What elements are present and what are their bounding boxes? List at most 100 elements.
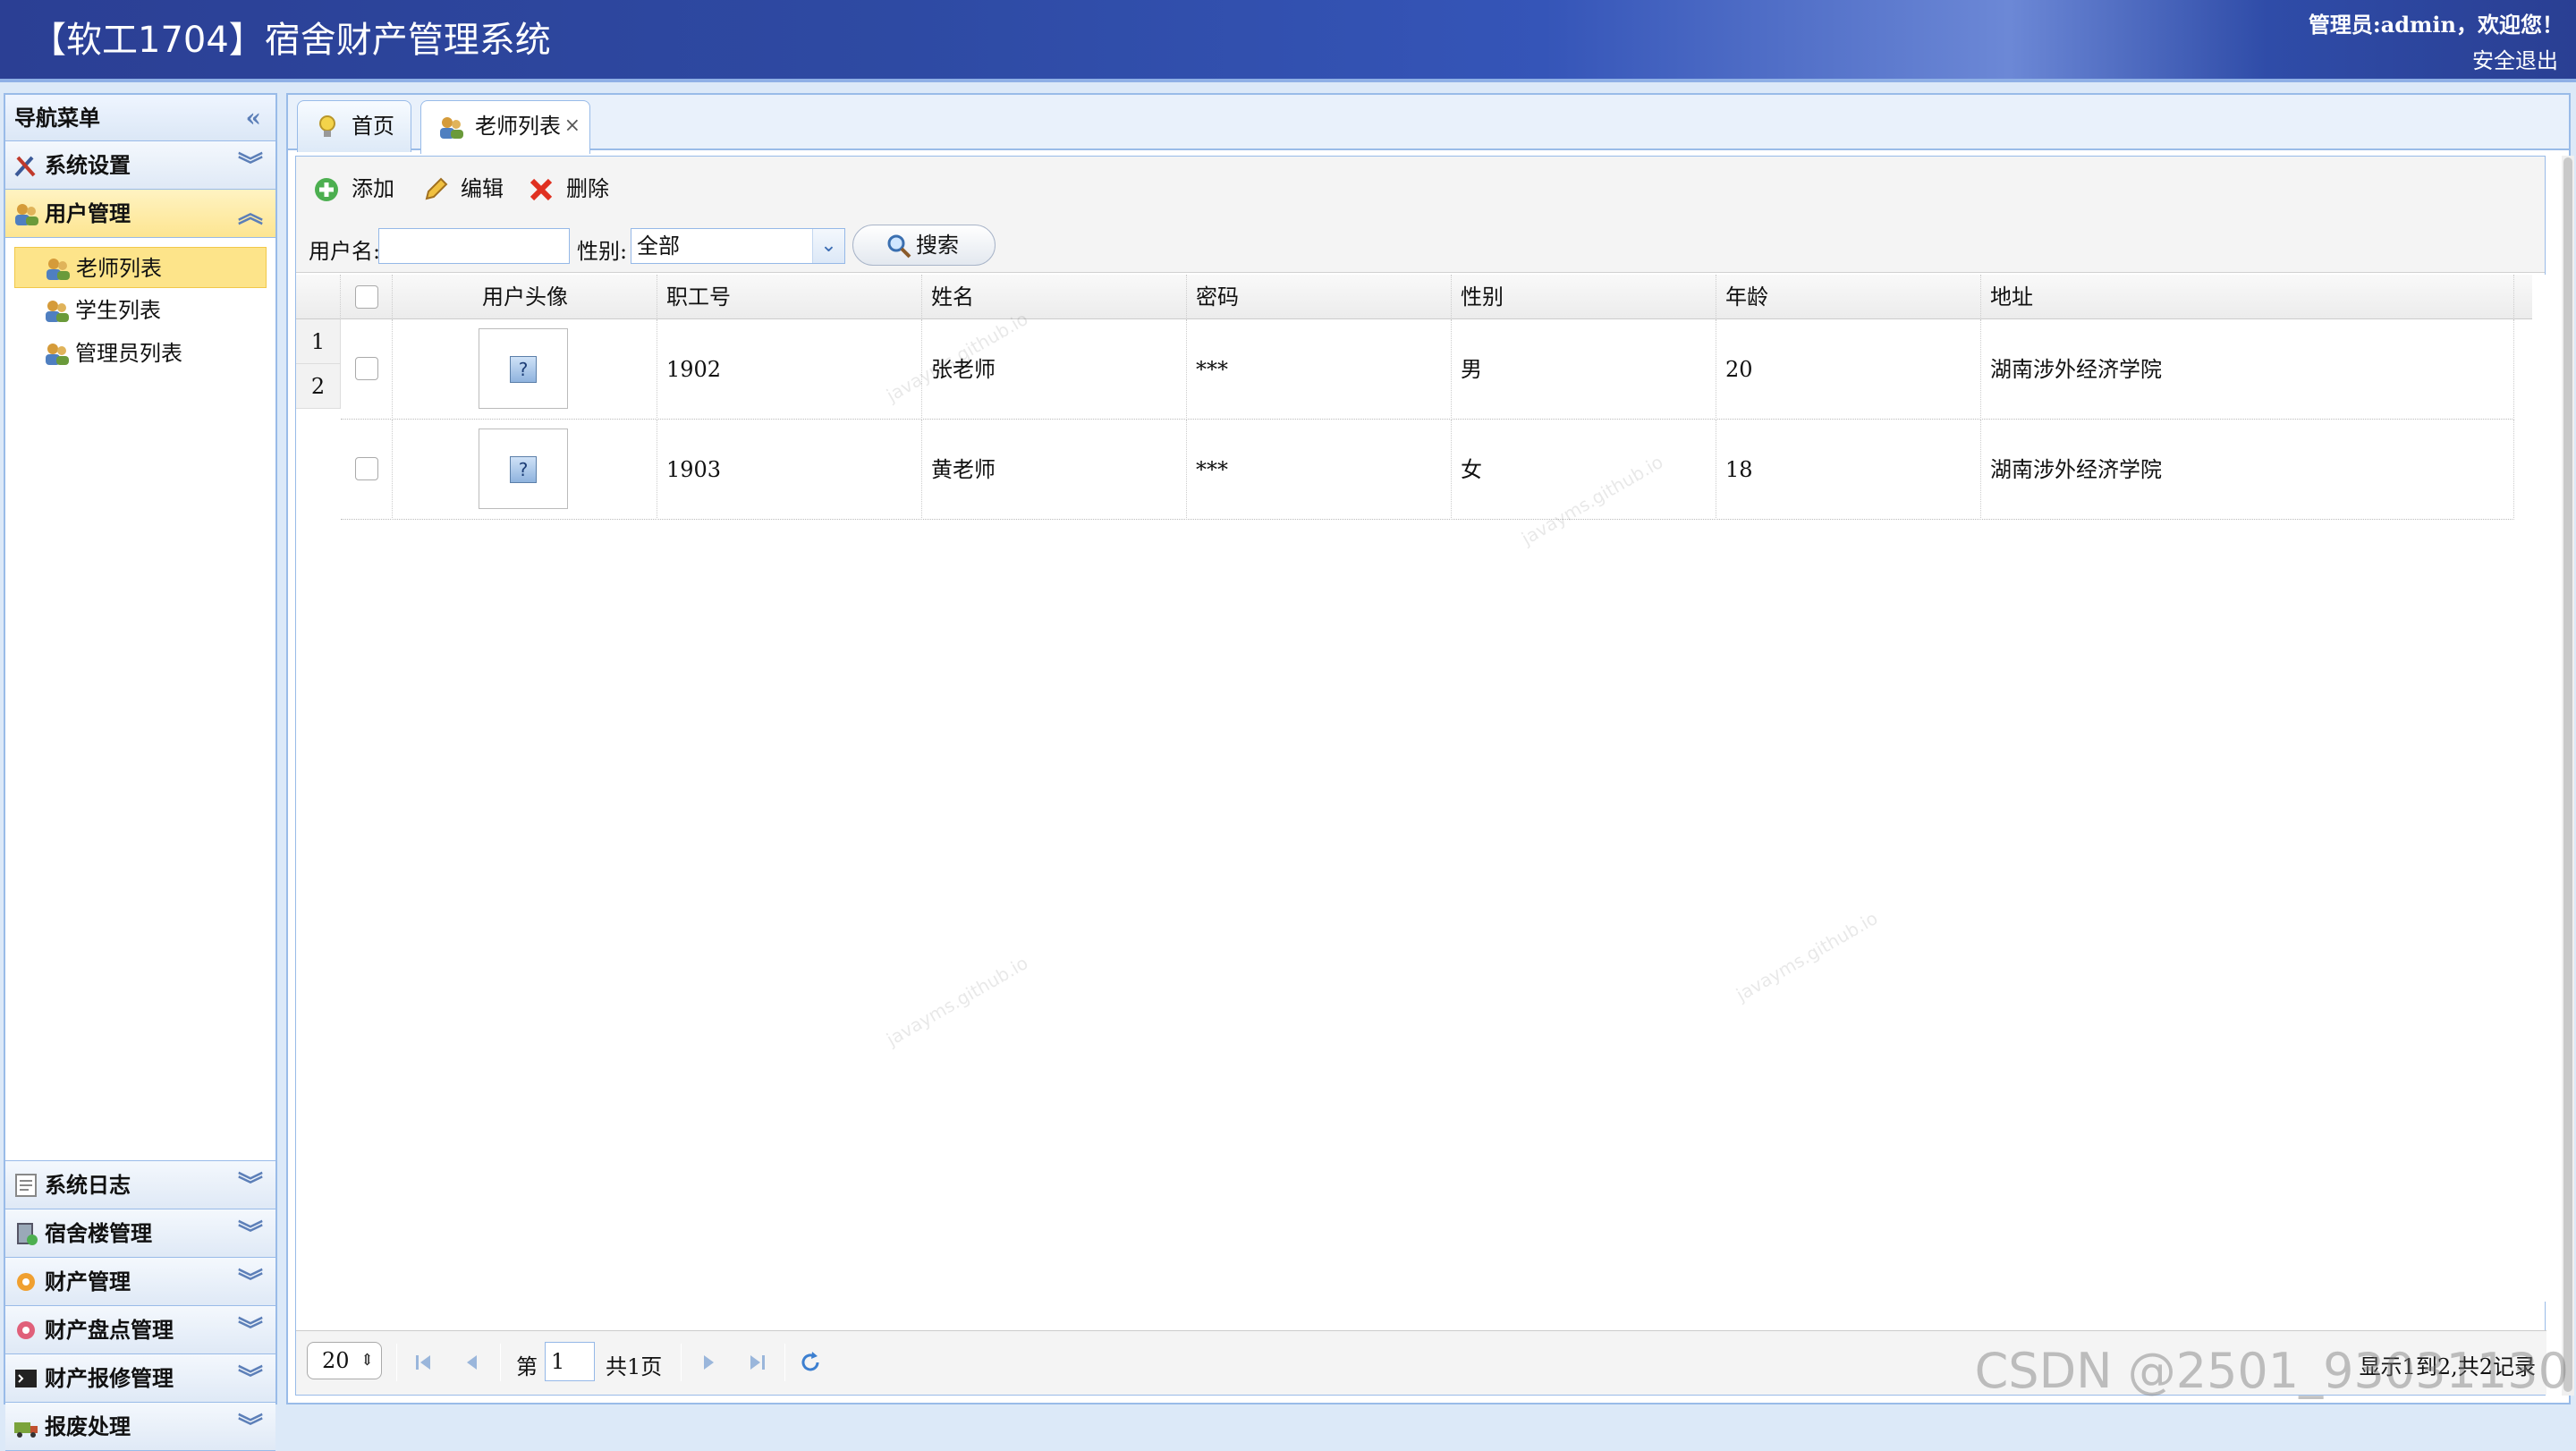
table-row[interactable]: ? 1902 张老师 *** 男 20 湖南涉外经济学院 — [341, 319, 2514, 420]
search-bar: 用户名: 性别: 全部 ⌄ 搜索 — [296, 221, 2545, 273]
refresh-icon[interactable] — [797, 1349, 824, 1376]
chevron-down-icon: ︾ — [237, 1170, 263, 1200]
teacher-list-panel: 添加 编辑 删除 用户名: 性别: 全部 ⌄ 搜索 用户头像 职工号 姓名 密码… — [295, 156, 2546, 1396]
delete-x-icon — [530, 178, 553, 201]
close-icon[interactable]: × — [564, 101, 580, 151]
page-size-select[interactable]: 20 ⇕ — [307, 1342, 382, 1379]
sidebar-item-student-list[interactable]: 学生列表 — [14, 290, 267, 331]
sidebar-section-system-settings[interactable]: 系统设置 ︾ — [5, 141, 275, 190]
collapse-left-icon[interactable]: « — [246, 95, 262, 141]
sidebar-item-admin-list[interactable]: 管理员列表 — [14, 333, 267, 374]
prev-page-icon[interactable] — [459, 1349, 486, 1376]
sidebar-section-user-management[interactable]: 用户管理 ︽ — [5, 190, 275, 238]
sidebar-item-label: 管理员列表 — [75, 341, 182, 366]
header-password[interactable]: 密码 — [1187, 275, 1452, 319]
add-icon — [315, 178, 338, 201]
truck-icon — [14, 1422, 38, 1438]
table-row[interactable]: ? 1903 黄老师 *** 女 18 湖南涉外经济学院 — [341, 420, 2514, 520]
header-address[interactable]: 地址 — [1981, 275, 2514, 319]
sidebar-item-label: 老师列表 — [76, 256, 162, 281]
tab-label: 首页 — [352, 114, 394, 139]
users-icon — [47, 259, 70, 280]
nav-menu-title-text: 导航菜单 — [14, 105, 100, 131]
avatar: ? — [479, 328, 568, 409]
row-checkbox[interactable] — [355, 457, 378, 480]
address-cell: 湖南涉外经济学院 — [1981, 420, 2514, 520]
users-icon — [46, 344, 69, 365]
row-number: 1 — [296, 319, 341, 364]
sidebar-section-system-log[interactable]: 系统日志 ︾ — [5, 1161, 275, 1209]
welcome-text: 管理员:admin，欢迎您！ — [2308, 12, 2563, 38]
sidebar-section-label: 用户管理 — [45, 200, 131, 226]
header-avatar[interactable]: 用户头像 — [393, 275, 657, 319]
sidebar: 导航菜单 « 系统设置 ︾ 用户管理 ︽ 老师列表 学生列表 管理员列表 系统日… — [4, 93, 277, 1451]
log-icon — [15, 1174, 37, 1197]
nav-menu-title: 导航菜单 « — [5, 95, 275, 141]
header-staff-no[interactable]: 职工号 — [657, 275, 922, 319]
chevron-down-icon: ︾ — [237, 1218, 263, 1248]
table-header: 用户头像 职工号 姓名 密码 性别 年龄 地址 — [296, 275, 2532, 319]
age-cell: 20 — [1716, 319, 1981, 420]
search-button-label: 搜索 — [916, 233, 959, 258]
chevron-down-icon: ︾ — [237, 1363, 263, 1393]
delete-label: 删除 — [566, 176, 609, 201]
chevron-up-icon: ︽ — [237, 199, 263, 228]
sidebar-item-teacher-list[interactable]: 老师列表 — [14, 247, 267, 288]
password-cell: *** — [1187, 420, 1452, 520]
address-cell: 湖南涉外经济学院 — [1981, 319, 2514, 420]
spinner-icon: ⇕ — [360, 1351, 374, 1370]
row-checkbox-cell — [341, 420, 393, 520]
logout-link[interactable]: 安全退出 — [2472, 43, 2558, 74]
add-button[interactable]: 添加 — [312, 169, 394, 208]
page-number-input[interactable]: 1 — [545, 1342, 595, 1381]
header-age[interactable]: 年龄 — [1716, 275, 1981, 319]
edit-button[interactable]: 编辑 — [421, 169, 504, 208]
scrollbar-thumb[interactable] — [2563, 157, 2572, 1392]
sidebar-section-label: 宿舍楼管理 — [45, 1220, 152, 1246]
chevron-down-icon[interactable]: ⌄ — [812, 229, 844, 263]
vertical-scrollbar[interactable] — [2562, 156, 2574, 1396]
row-checkbox[interactable] — [355, 357, 378, 380]
broken-image-icon: ? — [510, 456, 537, 483]
sidebar-section-repair[interactable]: 财产报修管理 ︾ — [5, 1354, 275, 1403]
sidebar-section-inventory[interactable]: 财产盘点管理 ︾ — [5, 1306, 275, 1354]
sidebar-section-label: 财产报修管理 — [45, 1365, 174, 1391]
sidebar-section-scrap[interactable]: 报废处理 ︾ — [5, 1403, 275, 1451]
sidebar-section-property[interactable]: 财产管理 ︾ — [5, 1258, 275, 1306]
chevron-down-icon: ︾ — [237, 1267, 263, 1296]
building-icon — [17, 1223, 38, 1245]
gender-cell: 女 — [1452, 420, 1716, 520]
select-all-checkbox[interactable] — [355, 285, 378, 309]
lightbulb-icon — [319, 115, 335, 137]
gender-label: 性别: — [577, 239, 628, 264]
gender-select[interactable]: 全部 ⌄ — [631, 228, 845, 264]
sidebar-section-label: 财产盘点管理 — [45, 1317, 174, 1343]
delete-button[interactable]: 删除 — [527, 169, 609, 208]
search-button[interactable]: 搜索 — [852, 225, 996, 266]
username-input[interactable] — [378, 228, 570, 264]
tab-home[interactable]: 首页 — [297, 100, 411, 152]
users-icon — [46, 301, 69, 322]
pager-separator — [396, 1344, 397, 1381]
sidebar-item-label: 学生列表 — [75, 298, 161, 323]
broken-image-icon: ? — [510, 356, 537, 383]
search-icon — [887, 234, 911, 259]
user-management-panel: 老师列表 学生列表 管理员列表 — [5, 238, 275, 1161]
tab-teacher-list[interactable]: 老师列表 × — [420, 100, 590, 154]
gear-icon — [17, 1273, 35, 1291]
next-page-icon[interactable] — [695, 1349, 722, 1376]
tab-label: 老师列表 — [475, 114, 561, 139]
password-cell: *** — [1187, 319, 1452, 420]
avatar-cell: ? — [393, 420, 657, 520]
header-name[interactable]: 姓名 — [922, 275, 1187, 319]
sidebar-section-label: 报废处理 — [45, 1413, 131, 1439]
header-gender[interactable]: 性别 — [1452, 275, 1716, 319]
sidebar-section-dorm-building[interactable]: 宿舍楼管理 ︾ — [5, 1209, 275, 1258]
staff-no-cell: 1902 — [657, 319, 922, 420]
pager-info: 显示1到2,共2记录 — [2359, 1354, 2536, 1379]
avatar-cell: ? — [393, 319, 657, 420]
last-page-icon[interactable] — [743, 1349, 770, 1376]
add-label: 添加 — [352, 176, 394, 201]
first-page-icon[interactable] — [411, 1349, 437, 1376]
page-prefix: 第 — [516, 1354, 538, 1379]
